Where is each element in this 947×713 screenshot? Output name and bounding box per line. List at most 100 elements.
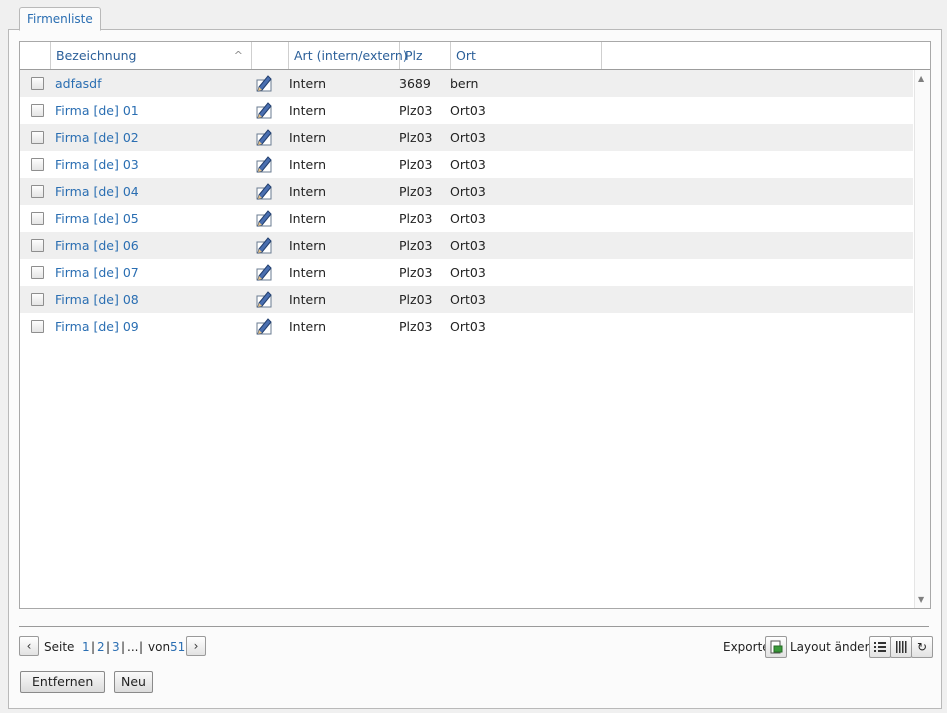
table-row[interactable]: Firma [de] 07 Intern Plz03 Ort03 [20, 259, 913, 286]
plz-cell: 3689 [399, 76, 431, 91]
edit-button[interactable] [254, 154, 274, 174]
row-checkbox[interactable] [31, 131, 44, 144]
header-art[interactable]: Art (intern/extern) [289, 42, 408, 69]
plz-cell: Plz03 [399, 211, 433, 226]
table-row[interactable]: Firma [de] 02 Intern Plz03 Ort03 [20, 124, 913, 151]
next-page-button[interactable]: › [186, 636, 206, 656]
page-label: Seite [44, 640, 75, 654]
columns-view-button[interactable] [890, 636, 912, 658]
edit-button[interactable] [254, 208, 274, 228]
row-checkbox[interactable] [31, 158, 44, 171]
art-cell: Intern [289, 319, 327, 334]
row-checkbox[interactable] [31, 185, 44, 198]
company-name-link[interactable]: Firma [de] 02 [55, 124, 139, 151]
row-checkbox[interactable] [31, 239, 44, 252]
header-select-column [20, 42, 51, 69]
edit-button[interactable] [254, 181, 274, 201]
edit-pencil-icon [256, 102, 272, 119]
ort-cell: Ort03 [450, 184, 486, 199]
edit-pencil-icon [256, 183, 272, 200]
row-checkbox[interactable] [31, 212, 44, 225]
table-row[interactable]: adfasdf Intern 3689 bern [20, 70, 913, 97]
entfernen-button[interactable]: Entfernen [20, 671, 106, 693]
page-separator: | [91, 640, 96, 654]
chevron-right-icon: › [193, 639, 199, 653]
company-name-link[interactable]: Firma [de] 06 [55, 232, 139, 259]
art-cell: Intern [289, 211, 327, 226]
exporte-label: Exporte [723, 640, 770, 654]
edit-pencil-icon [256, 291, 272, 308]
edit-pencil-icon [256, 210, 272, 227]
plz-cell: Plz03 [399, 265, 433, 280]
table-row[interactable]: Firma [de] 09 Intern Plz03 Ort03 [20, 313, 913, 340]
header-edit-column [252, 42, 289, 69]
edit-pencil-icon [256, 129, 272, 146]
vertical-scrollbar[interactable]: ▲ ▼ [914, 70, 930, 608]
refresh-icon: ↻ [916, 640, 928, 654]
grid-rows: adfasdf Intern 3689 bern Firma [de] 01 Intern… [20, 70, 913, 340]
company-name-link[interactable]: Firma [de] 05 [55, 205, 139, 232]
tab-firmenliste[interactable]: Firmenliste [19, 7, 101, 31]
row-checkbox[interactable] [31, 104, 44, 117]
row-checkbox[interactable] [31, 77, 44, 90]
page-link-3[interactable]: 3 [112, 636, 120, 658]
edit-button[interactable] [254, 262, 274, 282]
table-row[interactable]: Firma [de] 08 Intern Plz03 Ort03 [20, 286, 913, 313]
table-row[interactable]: Firma [de] 06 Intern Plz03 Ort03 [20, 232, 913, 259]
list-view-button[interactable] [869, 636, 891, 658]
company-name-link[interactable]: Firma [de] 09 [55, 313, 139, 340]
row-checkbox[interactable] [31, 266, 44, 279]
edit-button[interactable] [254, 100, 274, 120]
header-bezeichnung-label: Bezeichnung [56, 48, 137, 63]
edit-button[interactable] [254, 127, 274, 147]
company-name-link[interactable]: Firma [de] 08 [55, 286, 139, 313]
art-cell: Intern [289, 238, 327, 253]
company-name-link[interactable]: adfasdf [55, 70, 102, 97]
company-name-link[interactable]: Firma [de] 01 [55, 97, 139, 124]
company-name-link[interactable]: Firma [de] 07 [55, 259, 139, 286]
sort-ascending-icon[interactable]: ^ [234, 42, 243, 69]
header-plz-label: Plz [405, 48, 423, 63]
art-cell: Intern [289, 76, 327, 91]
table-row[interactable]: Firma [de] 05 Intern Plz03 Ort03 [20, 205, 913, 232]
page-separator: | [106, 640, 111, 654]
page-link-2[interactable]: 2 [97, 636, 105, 658]
scroll-up-icon[interactable]: ▲ [918, 74, 924, 83]
page-ellipsis: ... [127, 640, 139, 654]
edit-button[interactable] [254, 289, 274, 309]
row-checkbox[interactable] [31, 293, 44, 306]
header-ort[interactable]: Ort [451, 42, 602, 69]
edit-button[interactable] [254, 73, 274, 93]
previous-page-button[interactable]: ‹ [19, 636, 39, 656]
columns-view-icon [896, 641, 907, 653]
table-row[interactable]: Firma [de] 01 Intern Plz03 Ort03 [20, 97, 913, 124]
scroll-down-icon[interactable]: ▼ [918, 595, 924, 604]
firmenliste-panel: Bezeichnung ^ Art (intern/extern) Plz Or… [8, 29, 942, 709]
header-bezeichnung[interactable]: Bezeichnung ^ [51, 42, 252, 69]
neu-button[interactable]: Neu [114, 671, 153, 693]
export-button[interactable] [765, 636, 787, 658]
table-row[interactable]: Firma [de] 04 Intern Plz03 Ort03 [20, 178, 913, 205]
table-row[interactable]: Firma [de] 03 Intern Plz03 Ort03 [20, 151, 913, 178]
ort-cell: bern [450, 76, 479, 91]
grid-header: Bezeichnung ^ Art (intern/extern) Plz Or… [20, 42, 930, 70]
art-cell: Intern [289, 184, 327, 199]
edit-button[interactable] [254, 316, 274, 336]
refresh-button[interactable]: ↻ [911, 636, 933, 658]
art-cell: Intern [289, 157, 327, 172]
edit-button[interactable] [254, 235, 274, 255]
list-view-icon [874, 642, 886, 652]
art-cell: Intern [289, 265, 327, 280]
edit-pencil-icon [256, 237, 272, 254]
row-checkbox[interactable] [31, 320, 44, 333]
page-von-label: von [148, 640, 171, 654]
ort-cell: Ort03 [450, 211, 486, 226]
page-total-link[interactable]: 51 [170, 636, 185, 658]
page-link-1[interactable]: 1 [82, 636, 90, 658]
page-separator: | [121, 640, 126, 654]
plz-cell: Plz03 [399, 292, 433, 307]
company-name-link[interactable]: Firma [de] 03 [55, 151, 139, 178]
ort-cell: Ort03 [450, 292, 486, 307]
company-name-link[interactable]: Firma [de] 04 [55, 178, 139, 205]
header-plz[interactable]: Plz [400, 42, 451, 69]
